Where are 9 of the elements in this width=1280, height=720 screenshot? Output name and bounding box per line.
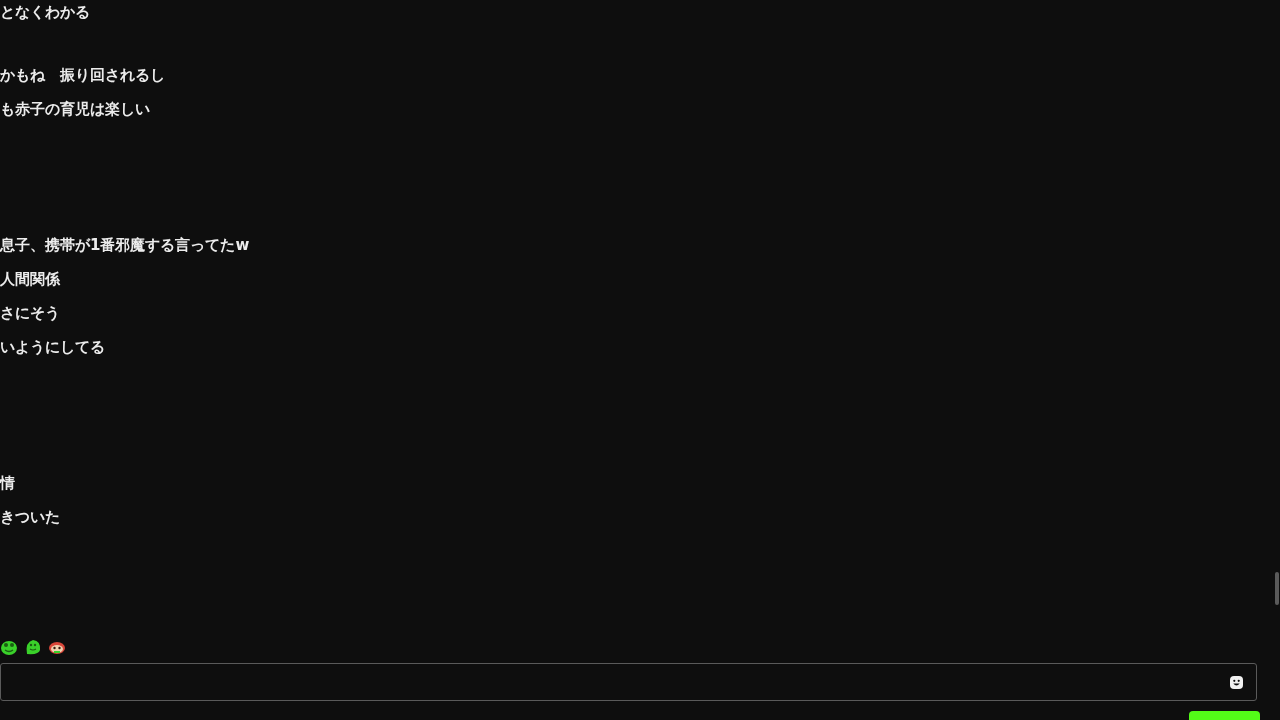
chat-message: かもね 振り回されるし (0, 66, 165, 84)
chat-message: も赤子の育児は楽しい (0, 100, 150, 118)
chat-message: きついた (0, 508, 60, 526)
chat-message: 情 (0, 474, 15, 492)
chat-message: 人間関係 (0, 270, 60, 288)
chat-message: さにそう (0, 304, 60, 322)
chat-message: となくわかる (0, 3, 90, 21)
chat-message: 息子、携帯が1番邪魔する言ってたw (0, 236, 250, 254)
chat-message: いようにしてる (0, 338, 105, 356)
